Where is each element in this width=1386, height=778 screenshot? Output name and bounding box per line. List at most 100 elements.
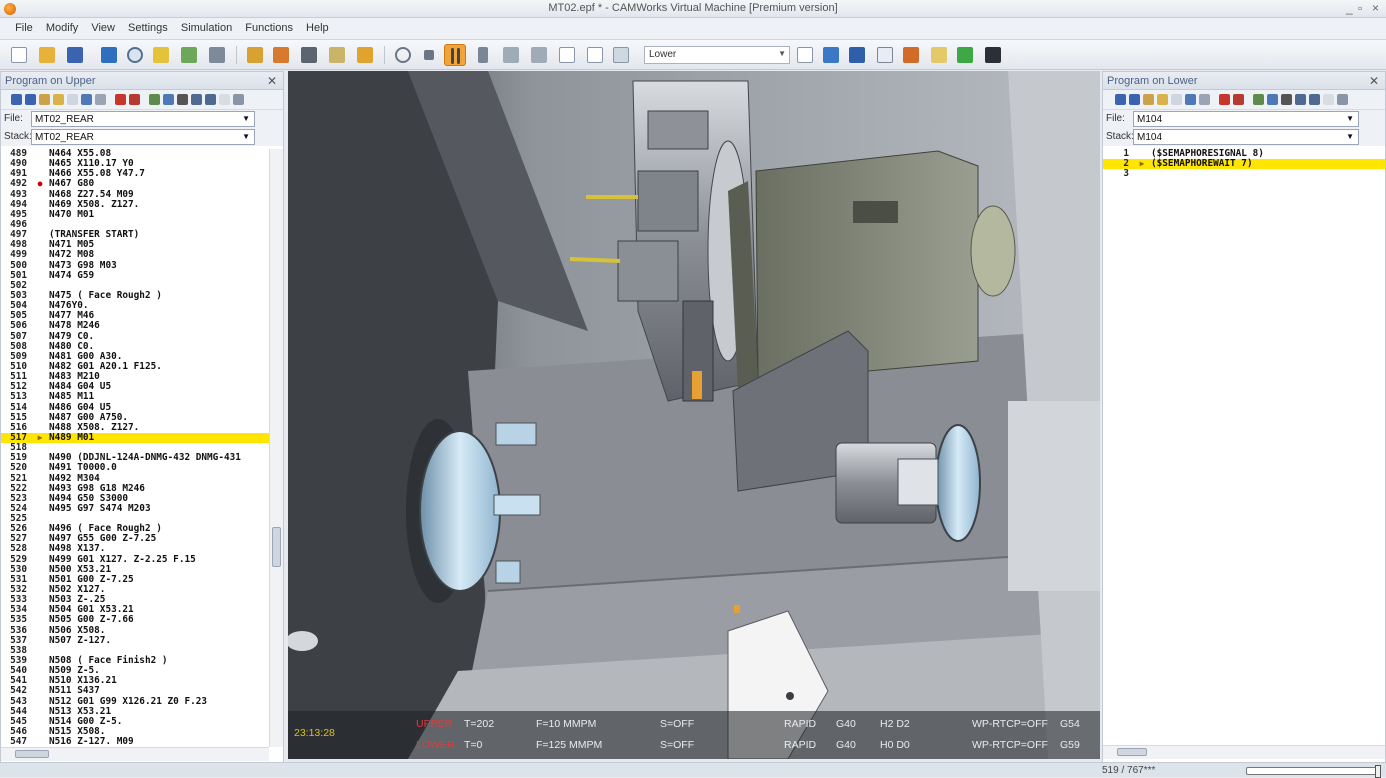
code-line[interactable]: 510 N482 G01 A20.1 F125. — [1, 361, 269, 372]
undo-icon[interactable] — [81, 94, 92, 105]
code-line[interactable]: 512 N484 G04 U5 — [1, 382, 269, 392]
code-line[interactable]: 494 N469 X508. Z127. — [1, 199, 269, 210]
clear-breakpoint-icon[interactable] — [129, 94, 140, 105]
menu-file[interactable]: File — [10, 18, 38, 34]
breakpoint-icon[interactable] — [115, 94, 126, 105]
menu-view[interactable]: View — [86, 18, 120, 34]
search-icon[interactable] — [191, 94, 202, 105]
new-file-button[interactable] — [8, 44, 30, 66]
code-line[interactable]: 492 ● N467 G80 — [1, 179, 269, 189]
code-line[interactable]: 532 N502 X127. — [1, 584, 269, 595]
menu-help[interactable]: Help — [301, 18, 334, 34]
speed-slider-handle[interactable] — [1375, 765, 1381, 778]
replace-icon[interactable] — [1309, 94, 1320, 105]
close-icon[interactable]: ✕ — [1369, 74, 1379, 88]
code-line[interactable]: 499 N472 M08 — [1, 250, 269, 260]
lower-stack-select[interactable]: M104 ▼ — [1133, 129, 1359, 145]
code-line[interactable]: 530 N500 X53.21 — [1, 564, 269, 575]
save-as-icon[interactable] — [25, 94, 36, 105]
code-line[interactable]: 546 N515 X508. — [1, 726, 269, 737]
stop-button[interactable] — [418, 44, 440, 66]
copy-icon[interactable] — [1157, 94, 1168, 105]
channel-select[interactable]: Lower ▼ — [644, 46, 790, 64]
menu-modify[interactable]: Modify — [41, 18, 83, 34]
menu-settings[interactable]: Settings — [123, 18, 173, 34]
code-line[interactable]: 527 N497 G55 G00 Z-7.25 — [1, 534, 269, 544]
scroll-thumb[interactable] — [1117, 748, 1147, 756]
reset-button[interactable] — [392, 44, 414, 66]
code-line[interactable]: 507 N479 C0. — [1, 331, 269, 342]
copy-icon[interactable] — [53, 94, 64, 105]
lower-file-select[interactable]: M104 ▼ — [1133, 111, 1359, 127]
document-button[interactable] — [556, 44, 578, 66]
find-icon[interactable] — [1281, 94, 1292, 105]
monitor-icon[interactable] — [820, 44, 842, 66]
list-button[interactable] — [326, 44, 348, 66]
cut-icon[interactable] — [1143, 94, 1154, 105]
code-line[interactable]: 3 — [1103, 169, 1385, 179]
code-line[interactable]: 519 N490 (DDJNL-124A-DNMG-432 DNMG-431 — [1, 453, 269, 463]
code-line[interactable]: 539 N508 ( Face Finish2 ) — [1, 655, 269, 666]
code-line[interactable]: 529 N499 G01 X127. Z-2.25 F.15 — [1, 554, 269, 565]
code-line[interactable]: 505 N477 M46 — [1, 311, 269, 321]
code-line[interactable]: 497 (TRANSFER START) — [1, 229, 269, 240]
undo-icon[interactable] — [1185, 94, 1196, 105]
find-icon[interactable] — [177, 94, 188, 105]
code-line[interactable]: 543 N512 G01 G99 X126.21 Z0 F.23 — [1, 696, 269, 707]
code-line[interactable]: 544 N513 X53.21 — [1, 706, 269, 717]
code-line[interactable]: 513 N485 M11 — [1, 392, 269, 402]
save-button[interactable] — [64, 44, 86, 66]
report-button[interactable] — [610, 44, 632, 66]
upper-file-select[interactable]: MT02_REAR ▼ — [31, 111, 255, 127]
collision-icon[interactable] — [900, 44, 922, 66]
paste-icon[interactable] — [1171, 94, 1182, 105]
code-line[interactable]: 517 ▶ N489 M01 — [1, 432, 269, 444]
view-window-button[interactable] — [98, 44, 120, 66]
code-line[interactable]: 495 N470 M01 — [1, 209, 269, 220]
code-line[interactable]: 489 N464 X55.08 — [1, 148, 269, 159]
sort-icon[interactable] — [163, 94, 174, 105]
zoom-icon[interactable] — [124, 44, 146, 66]
code-line[interactable]: 535 N505 G00 Z-7.66 — [1, 615, 269, 625]
code-line[interactable]: 506 N478 M246 — [1, 321, 269, 331]
upper-horizontal-scrollbar[interactable] — [1, 747, 269, 761]
redo-icon[interactable] — [95, 94, 106, 105]
frame-icon[interactable] — [874, 44, 896, 66]
replace-icon[interactable] — [205, 94, 216, 105]
speed-slider[interactable] — [1246, 765, 1381, 778]
code-line[interactable]: 524 N495 G97 S474 M203 — [1, 503, 269, 514]
code-line[interactable]: 533 N503 Z-.25 — [1, 595, 269, 605]
restore-button[interactable]: ▫ — [1358, 1, 1362, 15]
lower-code-listing[interactable]: 1 ($SEMAPHORESIGNAL 8) 2 ▶ ($SEMAPHOREWAIT 7… — [1103, 148, 1385, 179]
code-line[interactable]: 536 N506 X508. — [1, 625, 269, 636]
clipboard-button[interactable] — [354, 44, 376, 66]
save-icon[interactable] — [1115, 94, 1126, 105]
redo-icon[interactable] — [1199, 94, 1210, 105]
code-line[interactable]: 500 N473 G98 M03 — [1, 260, 269, 271]
code-line[interactable]: 545 N514 G00 Z-5. — [1, 716, 269, 727]
goto-icon[interactable] — [149, 94, 160, 105]
select-all-icon[interactable] — [219, 94, 230, 105]
upper-code-listing[interactable]: 489 N464 X55.08 490 N465 X110.17 Y0 491 N466 … — [1, 148, 269, 747]
code-line[interactable]: 498 N471 M05 — [1, 240, 269, 250]
clear-breakpoint-icon[interactable] — [1233, 94, 1244, 105]
goto-icon[interactable] — [1253, 94, 1264, 105]
console-icon[interactable] — [982, 44, 1004, 66]
step-button[interactable] — [472, 44, 494, 66]
edit-pencil-icon[interactable] — [270, 44, 292, 66]
cut-icon[interactable] — [39, 94, 50, 105]
font-icon[interactable] — [1337, 94, 1348, 105]
code-line[interactable]: 2 ▶ ($SEMAPHOREWAIT 7) — [1103, 158, 1385, 170]
close-icon[interactable]: ✕ — [267, 74, 277, 88]
layers-button[interactable] — [150, 44, 172, 66]
code-line[interactable]: 541 N510 X136.21 — [1, 676, 269, 686]
lower-horizontal-scrollbar[interactable] — [1103, 745, 1385, 759]
breakpoint-icon[interactable] — [1219, 94, 1230, 105]
menu-functions[interactable]: Functions — [240, 18, 298, 34]
code-line[interactable]: 508 N480 C0. — [1, 341, 269, 352]
code-line[interactable]: 516 N488 X508. Z127. — [1, 422, 269, 433]
scroll-thumb[interactable] — [272, 527, 281, 567]
sync-icon[interactable] — [846, 44, 868, 66]
settings-tool-button[interactable] — [206, 44, 228, 66]
code-line[interactable]: 537 N507 Z-127. — [1, 635, 269, 646]
